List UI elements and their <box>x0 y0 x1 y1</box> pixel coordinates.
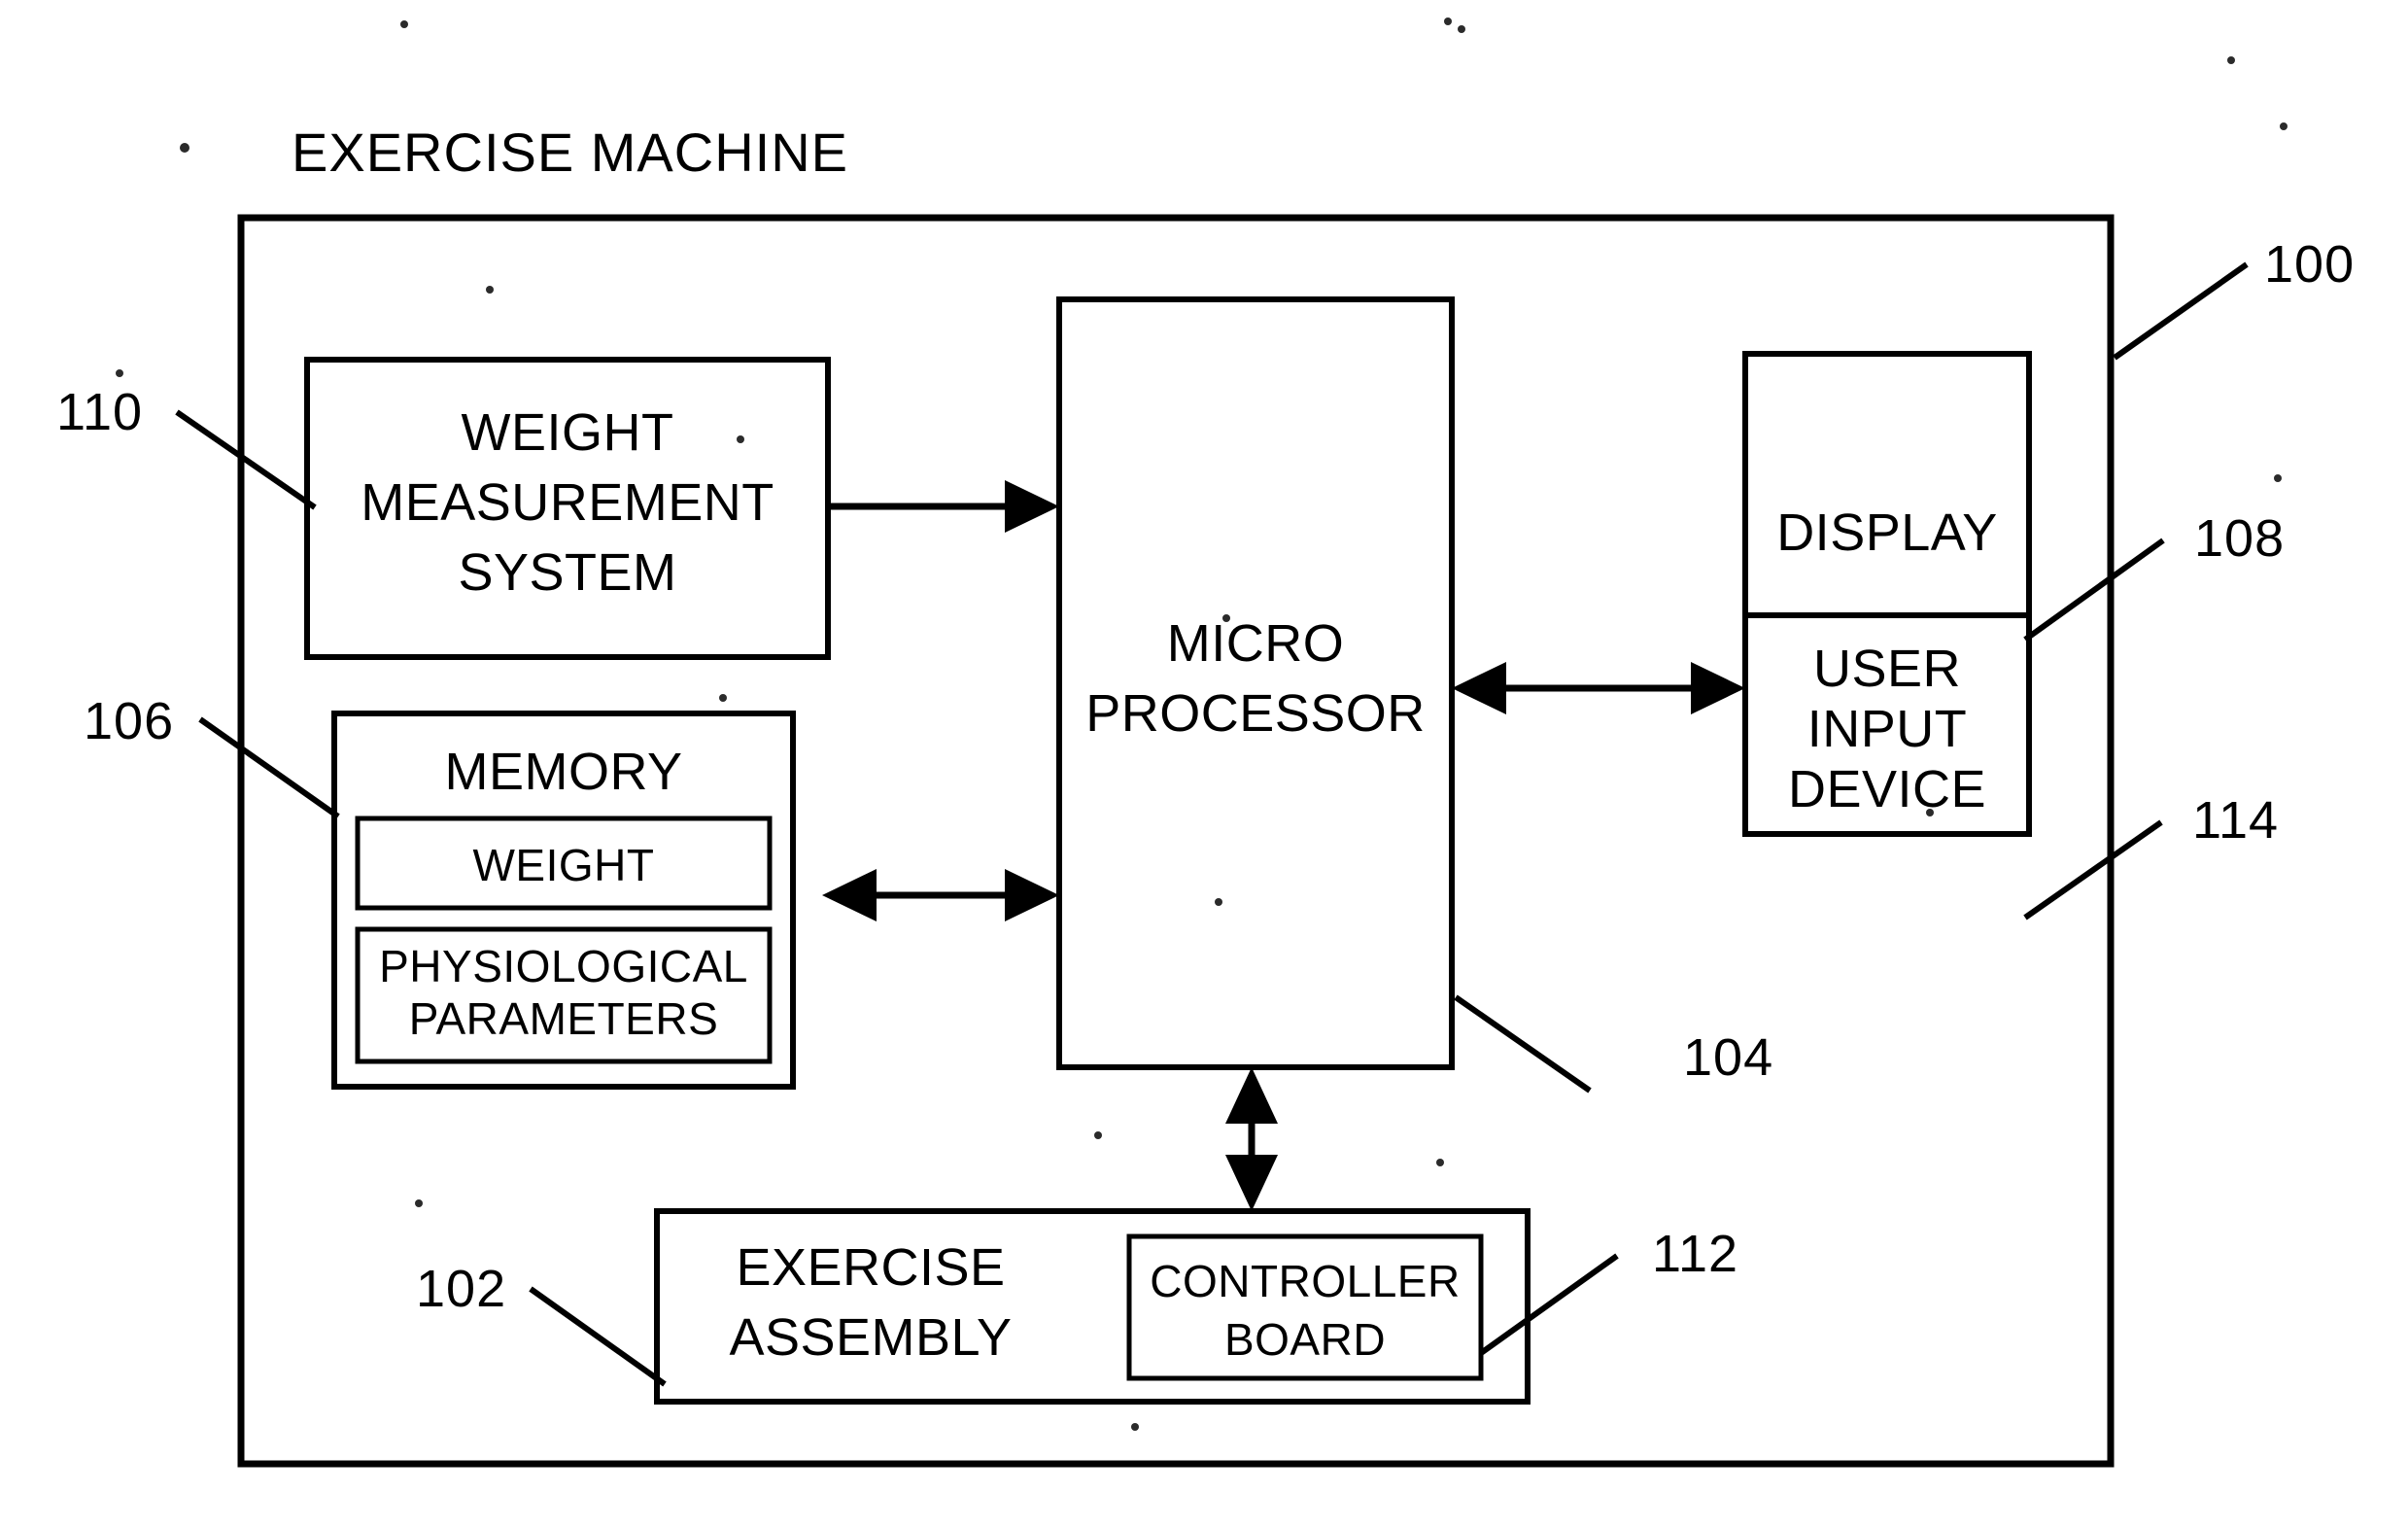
connector-wms-to-microprocessor <box>830 480 1059 533</box>
controller-board-line1: CONTROLLER <box>1150 1256 1460 1306</box>
ref-number-114: 114 <box>2192 791 2279 850</box>
ref-number-104: 104 <box>1683 1028 1773 1087</box>
user-input-device-line2: INPUT <box>1807 700 1968 758</box>
memory-weight-label: WEIGHT <box>473 840 655 890</box>
microprocessor-box[interactable] <box>1056 296 1455 1070</box>
connector-microprocessor-to-memory <box>822 869 1059 921</box>
exercise-assembly-line1: EXERCISE <box>736 1238 1005 1297</box>
user-input-device-line1: USER <box>1813 640 1961 698</box>
weight-measurement-system-line3: SYSTEM <box>458 543 676 602</box>
weight-measurement-system-line2: MEASUREMENT <box>361 473 774 532</box>
ref-number-100: 100 <box>2264 235 2355 294</box>
user-input-device-line3: DEVICE <box>1788 760 1986 818</box>
weight-measurement-system-line1: WEIGHT <box>462 403 674 462</box>
ref-number-102: 102 <box>416 1260 506 1318</box>
microprocessor-line1: MICRO <box>1167 614 1344 673</box>
memory-title: MEMORY <box>444 743 682 801</box>
leader-line-100 <box>2113 261 2249 361</box>
connector-microprocessor-to-display <box>1452 662 1745 714</box>
memory-physiological-line1: PHYSIOLOGICAL <box>379 941 748 991</box>
leader-line-108 <box>2023 538 2165 642</box>
leader-line-110 <box>175 409 317 510</box>
microprocessor-line2: PROCESSOR <box>1085 684 1426 743</box>
leader-line-106 <box>198 716 340 819</box>
leader-line-114 <box>2023 819 2163 920</box>
memory-physiological-line2: PARAMETERS <box>409 993 719 1044</box>
leader-line-112 <box>1479 1253 1619 1356</box>
figure-title: EXERCISE MACHINE <box>292 122 848 183</box>
exercise-assembly-line2: ASSEMBLY <box>729 1308 1012 1367</box>
display-label[interactable]: DISPLAY <box>1776 504 1998 562</box>
ref-number-108: 108 <box>2194 509 2285 568</box>
connector-microprocessor-to-exercise-assembly <box>1225 1067 1278 1211</box>
controller-board-line2: BOARD <box>1224 1314 1386 1365</box>
patent-figure-canvas: EXERCISE MACHINE 100 WEIGHT MEASUREMENT … <box>0 0 2408 1528</box>
ref-number-112: 112 <box>1652 1225 1738 1283</box>
ref-number-106: 106 <box>84 692 174 750</box>
ref-number-110: 110 <box>56 383 143 441</box>
leader-line-102 <box>529 1286 667 1387</box>
exercise-machine-block-diagram: EXERCISE MACHINE 100 WEIGHT MEASUREMENT … <box>56 17 2355 1468</box>
leader-line-104 <box>1454 994 1592 1094</box>
